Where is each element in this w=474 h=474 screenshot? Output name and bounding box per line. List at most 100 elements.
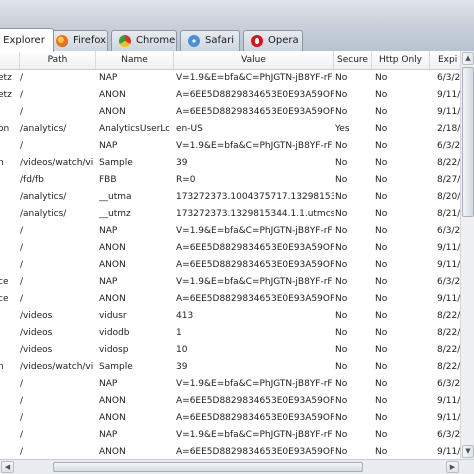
value-cell: A=6EE5D8829834653E0E93A59OFF: [176, 294, 334, 304]
table-row[interactable]: /fd/fb FBB R=0 No No 8/27/2011: [0, 172, 460, 189]
table-header: Path Name Value Secure Http Only Expi: [0, 51, 460, 70]
expires-cell: 9/11/2012: [437, 294, 460, 304]
path-cell: /videos/watch/vi: [20, 362, 94, 372]
tab-safari[interactable]: Safari: [180, 30, 240, 51]
table-row[interactable]: / NAP V=1.9&E=bfa&C=PhJGTN-jB8YF-rF No No 6/3…: [0, 376, 460, 393]
path-cell: /analytics/: [20, 192, 67, 202]
table-row[interactable]: / NAP V=1.9&E=bfa&C=PhJGTN-jB8YF-rF No No 6/3…: [0, 138, 460, 155]
expires-cell: 8/22/2011: [437, 311, 460, 321]
table-row[interactable]: on/analytics/AnalyticsUserLoc en-US Yes No 2…: [0, 121, 460, 138]
secure-cell: No: [335, 209, 348, 219]
column-header-domain[interactable]: [0, 51, 20, 69]
httponly-cell: No: [375, 107, 388, 117]
tab-firefox[interactable]: Firefox: [48, 30, 108, 51]
tab-label: Firefox: [73, 35, 107, 46]
cookie-table: Path Name Value Secure Http Only Expi et…: [0, 51, 460, 459]
cookie-viewer-window: Explorer Firefox Chrome Safari Opera Pat…: [0, 0, 474, 474]
value-cell: A=6EE5D8829834653E0E93A59OFF: [176, 90, 334, 100]
expires-cell: 8/21/2012: [437, 209, 460, 219]
scroll-right-icon[interactable]: ▶: [446, 461, 459, 473]
secure-cell: No: [335, 396, 348, 406]
horizontal-scroll-thumb[interactable]: [53, 462, 363, 472]
domain-cell: [0, 393, 18, 410]
name-cell: ANON: [99, 447, 126, 457]
value-cell: en-US: [176, 124, 203, 134]
expires-cell: 6/3/2012: [437, 141, 460, 151]
value-cell: 173272373.1329815344.1.1.utmcsr=: [176, 209, 334, 219]
table-row[interactable]: etz / ANON A=6EE5D8829834653E0E93A59OFF No No…: [0, 87, 460, 104]
column-header-http-only[interactable]: Http Only: [372, 51, 430, 69]
table-row[interactable]: / ANON A=6EE5D8829834653E0E93A59OFF No No 9/1…: [0, 444, 460, 459]
expires-cell: 6/3/2012: [437, 73, 460, 83]
vertical-scroll-thumb[interactable]: [462, 67, 474, 217]
name-cell: ANON: [99, 396, 126, 406]
table-row[interactable]: / NAP V=1.9&E=bfa&C=PhJGTN-jB8YF-rF No No 6/3…: [0, 223, 460, 240]
value-cell: A=6EE5D8829834653E0E93A59OFF: [176, 413, 334, 423]
table-row[interactable]: /analytics/ __utmz 173272373.1329815344.1.…: [0, 206, 460, 223]
httponly-cell: No: [375, 158, 388, 168]
safari-icon: [188, 35, 200, 47]
name-cell: __utmz: [99, 209, 131, 219]
expires-cell: 9/11/2012: [437, 447, 460, 457]
secure-cell: No: [335, 362, 348, 372]
vertical-scrollbar[interactable]: ▲ ▼: [460, 51, 474, 459]
domain-cell: [0, 410, 18, 427]
value-cell: 413: [176, 311, 194, 321]
scroll-left-icon[interactable]: ◀: [1, 461, 14, 473]
httponly-cell: No: [375, 294, 388, 304]
horizontal-scrollbar[interactable]: ◀ ▶: [0, 459, 474, 474]
table-row[interactable]: / ANON A=6EE5D8829834653E0E93A59OFF No No 9/1…: [0, 410, 460, 427]
domain-cell: [0, 104, 18, 121]
httponly-cell: No: [375, 124, 388, 134]
column-header-name[interactable]: Name: [96, 51, 174, 69]
table-row[interactable]: /analytics/ __utma 173272373.1004375717.13…: [0, 189, 460, 206]
httponly-cell: No: [375, 141, 388, 151]
domain-cell: n: [0, 362, 4, 372]
expires-cell: 8/22/2011: [437, 345, 460, 355]
table-row[interactable]: etz / NAP V=1.9&E=bfa&C=PhJGTN-jB8YF-rF No No…: [0, 70, 460, 87]
expires-cell: 6/3/2012: [437, 379, 460, 389]
httponly-cell: No: [375, 277, 388, 287]
secure-cell: No: [335, 328, 348, 338]
secure-cell: No: [335, 345, 348, 355]
value-cell: A=6EE5D8829834653E0E93A59OFF: [176, 447, 334, 457]
secure-cell: Yes: [335, 124, 350, 134]
table-row[interactable]: n/videos/watch/vi Sample 39 No No 8/22/2011: [0, 155, 460, 172]
scroll-down-icon[interactable]: ▼: [462, 445, 474, 458]
table-row[interactable]: / ANON A=6EE5D8829834653E0E93A59OFF No No 9/1…: [0, 104, 460, 121]
table-row[interactable]: / ANON A=6EE5D8829834653E0E93A59OFF No No 9/1…: [0, 393, 460, 410]
table-row[interactable]: ce / ANON A=6EE5D8829834653E0E93A59OFF No No 9…: [0, 291, 460, 308]
value-cell: 10: [176, 345, 188, 355]
firefox-icon: [56, 35, 68, 47]
name-cell: ANON: [99, 107, 126, 117]
tab-explorer[interactable]: Explorer: [0, 28, 54, 52]
table-row[interactable]: n/videos/watch/vi Sample 39 No No 8/22/2011: [0, 359, 460, 376]
expires-cell: 8/20/2013: [437, 192, 460, 202]
column-header-value[interactable]: Value: [174, 51, 334, 69]
column-header-expires[interactable]: Expi: [430, 51, 460, 69]
table-row[interactable]: ce / NAP V=1.9&E=bfa&C=PhJGTN-jB8YF-rF No No 6…: [0, 274, 460, 291]
table-row[interactable]: /videos vidosp 10 No No 8/22/2011: [0, 342, 460, 359]
table-row[interactable]: /videos vidusr 413 No No 8/22/2011: [0, 308, 460, 325]
table-row[interactable]: / ANON A=6EE5D8829834653E0E93A59OFF No No 9/1…: [0, 240, 460, 257]
browser-tabbar: Explorer Firefox Chrome Safari Opera: [0, 27, 474, 52]
table-row[interactable]: /videos vidodb 1 No No 8/22/2011: [0, 325, 460, 342]
tab-opera[interactable]: Opera: [243, 30, 303, 51]
name-cell: ANON: [99, 243, 126, 253]
name-cell: Sample: [99, 362, 133, 372]
domain-cell: [0, 172, 18, 189]
table-row[interactable]: / NAP V=1.9&E=bfa&C=PhJGTN-jB8YF-rF No No 6/3…: [0, 427, 460, 444]
httponly-cell: No: [375, 413, 388, 423]
httponly-cell: No: [375, 447, 388, 457]
name-cell: ANON: [99, 90, 126, 100]
tab-label: Chrome: [136, 35, 176, 46]
table-row[interactable]: / ANON A=6EE5D8829834653E0E93A59OFF No No 9/1…: [0, 257, 460, 274]
value-cell: A=6EE5D8829834653E0E93A59OFF: [176, 396, 334, 406]
tab-chrome[interactable]: Chrome: [111, 30, 177, 51]
column-header-path[interactable]: Path: [20, 51, 96, 69]
domain-cell: [0, 223, 18, 240]
expires-cell: 6/3/2012: [437, 277, 460, 287]
expires-cell: 9/11/2012: [437, 107, 460, 117]
scroll-up-icon[interactable]: ▲: [462, 52, 474, 65]
column-header-secure[interactable]: Secure: [334, 51, 372, 69]
